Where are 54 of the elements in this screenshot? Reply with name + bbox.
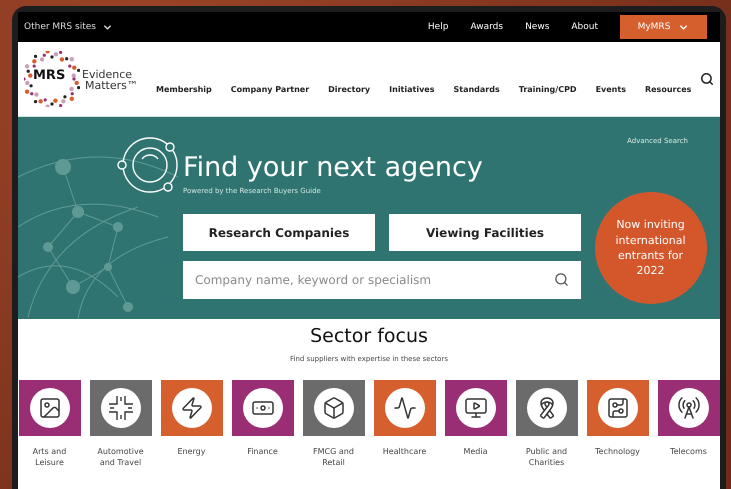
sector-label: Telecoms bbox=[670, 447, 707, 458]
category-button[interactable]: Research Companies bbox=[183, 214, 375, 251]
pulse-icon bbox=[392, 396, 416, 420]
crossroads-icon bbox=[108, 395, 134, 421]
sector-tile[interactable] bbox=[18, 380, 80, 436]
sector-label: FMCG and Retail bbox=[312, 447, 355, 469]
sector-tile[interactable] bbox=[658, 380, 720, 436]
hero-title: Find your next agency bbox=[183, 152, 484, 183]
video-player-icon bbox=[464, 396, 488, 420]
promo-badge[interactable]: Now inviting international entrants for 2022 bbox=[594, 192, 706, 304]
sector-label: Healthcare bbox=[382, 447, 426, 458]
sector-tile[interactable] bbox=[516, 380, 578, 436]
dot-ring-icon bbox=[24, 51, 80, 107]
nav-link[interactable]: Company Partner bbox=[230, 84, 310, 94]
nav-link[interactable]: Training/CPD bbox=[518, 84, 577, 94]
nav-link[interactable]: Membership bbox=[156, 84, 212, 94]
top-link[interactable]: Awards bbox=[470, 22, 504, 32]
sector-tile[interactable] bbox=[586, 380, 648, 436]
section-title: Sector focus bbox=[310, 325, 428, 347]
sector-tile[interactable] bbox=[232, 380, 294, 436]
sites-menu[interactable]: Other MRS sites bbox=[24, 22, 113, 32]
nav-link[interactable]: Directory bbox=[328, 84, 370, 94]
logo-tagline: Evidence bbox=[82, 69, 132, 80]
box-icon bbox=[322, 396, 346, 420]
search-icon[interactable] bbox=[700, 72, 714, 86]
search-field[interactable]: Company name, keyword or specialism bbox=[183, 261, 581, 299]
sector-tile[interactable] bbox=[160, 380, 222, 436]
logo-tagline: Matters™ bbox=[85, 80, 138, 91]
sector-label: Energy bbox=[177, 447, 206, 458]
sector-tile[interactable] bbox=[374, 380, 436, 436]
nav-link[interactable]: Resources bbox=[644, 84, 692, 94]
sector-label: Public and Charities bbox=[524, 447, 568, 469]
search-icon[interactable] bbox=[554, 272, 569, 287]
top-link[interactable]: Help bbox=[428, 22, 448, 32]
picture-icon bbox=[38, 396, 62, 420]
sector-tile[interactable] bbox=[302, 380, 364, 436]
sector-label: Media bbox=[463, 447, 488, 458]
logo-mark: MRS bbox=[33, 68, 66, 83]
top-link[interactable]: About bbox=[571, 22, 598, 32]
nav-link[interactable]: Standards bbox=[454, 84, 500, 94]
account-button[interactable]: MyMRS bbox=[620, 15, 707, 39]
radio-tower-icon bbox=[676, 396, 700, 420]
lightning-icon bbox=[180, 396, 204, 420]
top-link[interactable]: News bbox=[525, 22, 550, 32]
nav-link[interactable]: Initiatives bbox=[389, 84, 434, 94]
nav-link[interactable]: Events bbox=[596, 84, 626, 94]
sector-label: Technology bbox=[595, 447, 640, 458]
sector-label: Automotive and Travel bbox=[96, 447, 145, 469]
category-button[interactable]: Viewing Facilities bbox=[389, 214, 581, 251]
sector-tile[interactable] bbox=[90, 380, 152, 436]
sector-label: Arts and Leisure bbox=[32, 447, 68, 469]
sector-tile[interactable] bbox=[444, 380, 506, 436]
circuit-icon bbox=[606, 396, 630, 420]
sector-label: Finance bbox=[247, 447, 278, 458]
